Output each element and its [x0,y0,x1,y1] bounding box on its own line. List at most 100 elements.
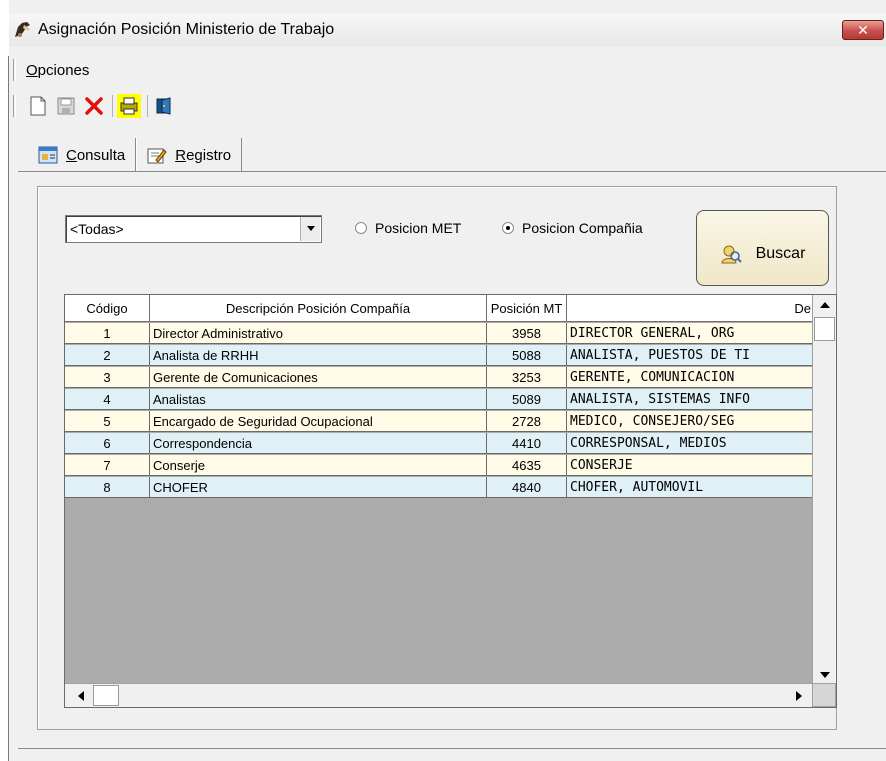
cell-descripcion: Analista de RRHH [150,345,487,366]
header-descripcion-mt[interactable]: De [567,295,813,322]
cell-descripcion-mt: CONSERJE [570,458,633,473]
tab-consulta-label: onsulta [76,146,126,164]
cell-posicion: 4635 [487,455,567,476]
print-icon [120,97,138,115]
menu-opciones-mnemonic: O [26,61,38,79]
menu-opciones-label: pciones [37,61,90,79]
close-button[interactable]: ✕ [842,20,884,40]
grid-header: Código Descripción Posición Compañía Pos… [65,295,813,322]
cell-posicion: 3253 [487,367,567,388]
cell-descripcion: Director Administrativo [150,323,487,344]
position-filter-combo[interactable]: <Todas> [65,215,322,243]
cell-descripcion-mt: ANALISTA, SISTEMAS INFO [570,392,751,407]
positions-grid[interactable]: Código Descripción Posición Compañía Pos… [64,294,837,708]
scroll-right-button[interactable] [789,684,809,707]
scroll-left-button[interactable] [71,684,91,707]
cell-descripcion: Correspondencia [150,433,487,454]
form-icon [38,146,58,164]
toolbar-separator [112,95,113,117]
table-row[interactable]: 3 Gerente de Comunicaciones 3253 GERENTE… [65,367,813,388]
cell-codigo: 7 [65,455,150,476]
window-title: Asignación Posición Ministerio de Trabaj… [38,21,335,38]
cell-codigo: 5 [65,411,150,432]
edit-icon [147,146,167,164]
table-row[interactable]: 5 Encargado de Seguridad Ocupacional 272… [65,411,813,432]
cell-posicion: 4410 [487,433,567,454]
close-icon: ✕ [857,21,869,38]
menu-opciones[interactable]: Opciones [26,62,89,79]
toolbar-separator [147,95,148,117]
menu-grip [13,59,16,81]
chevron-down-icon [306,226,315,231]
tab-consulta-mnemonic: C [66,146,77,164]
new-button[interactable] [26,94,50,118]
cell-descripcion-mt: MEDICO, CONSEJERO/SEG [570,414,735,429]
delete-icon [85,97,103,115]
combo-value: <Todas> [70,221,124,237]
tab-strip: Consulta Registro [28,138,243,172]
cell-codigo: 2 [65,345,150,366]
buscar-button[interactable]: Buscar [696,210,829,286]
exit-button[interactable] [152,94,176,118]
cell-codigo: 4 [65,389,150,410]
arrow-right-icon [796,691,802,701]
radio-posicion-compania[interactable]: Posicion Compañia [502,220,643,236]
arrow-down-icon [820,672,830,678]
app-icon [12,19,34,41]
table-row[interactable]: 2 Analista de RRHH 5088 ANALISTA, PUESTO… [65,345,813,366]
header-descripcion[interactable]: Descripción Posición Compañía [150,295,487,322]
table-row[interactable]: 8 CHOFER 4840 CHOFER, AUTOMOVIL [65,477,813,498]
window-left-border [0,0,9,761]
save-button[interactable] [54,94,78,118]
combo-drop-button[interactable] [300,217,320,241]
table-row[interactable]: 4 Analistas 5089 ANALISTA, SISTEMAS INFO [65,389,813,410]
table-row[interactable]: 7 Conserje 4635 CONSERJE [65,455,813,476]
horizontal-scrollbar[interactable] [65,683,813,707]
scrollbar-corner [812,683,836,707]
cell-descripcion-mt: CHOFER, AUTOMOVIL [570,480,704,495]
tab-registro-label: egistro [186,146,232,164]
arrow-left-icon [78,691,84,701]
cell-posicion: 3958 [487,323,567,344]
cell-codigo: 8 [65,477,150,498]
table-row[interactable]: 6 Correspondencia 4410 CORRESPONSAL, MED… [65,433,813,454]
horizontal-scroll-thumb[interactable] [93,685,119,706]
cell-descripcion: Gerente de Comunicaciones [150,367,487,388]
exit-icon [156,97,171,115]
search-person-icon [720,244,742,264]
radio-met-dot[interactable] [355,222,367,234]
header-posicion-mt[interactable]: Posición MT [487,295,567,322]
arrow-up-icon [820,302,830,308]
radio-posicion-met[interactable]: Posicion MET [355,220,461,236]
tab-consulta[interactable]: Consulta [28,138,137,172]
cell-codigo: 3 [65,367,150,388]
vertical-scroll-thumb[interactable] [814,317,835,341]
tab-registro[interactable]: Registro [136,138,243,172]
cell-descripcion-mt: CORRESPONSAL, MEDIOS [570,436,727,451]
toolbar-grip [13,95,16,117]
vertical-scrollbar[interactable] [812,295,836,685]
cell-posicion: 5089 [487,389,567,410]
print-button[interactable] [117,94,141,118]
table-row[interactable]: 1 Director Administrativo 3958 DIRECTOR … [65,323,813,344]
header-codigo[interactable]: Código [65,295,150,322]
tab-registro-mnemonic: R [175,146,187,164]
scroll-down-button[interactable] [813,665,836,685]
cell-descripcion-mt: DIRECTOR GENERAL, ORG [570,326,735,341]
cell-posicion: 2728 [487,411,567,432]
radio-compania-dot[interactable] [502,222,514,234]
cell-descripcion: Encargado de Seguridad Ocupacional [150,411,487,432]
scroll-up-button[interactable] [813,295,836,315]
cell-descripcion-mt: GERENTE, COMUNICACION [570,370,735,385]
cell-codigo: 1 [65,323,150,344]
cell-descripcion: Conserje [150,455,487,476]
cell-posicion: 4840 [487,477,567,498]
menu-bar: Opciones [9,56,886,84]
toolbar [9,88,886,124]
cell-codigo: 6 [65,433,150,454]
new-document-icon [30,96,46,116]
delete-button[interactable] [82,94,106,118]
radio-met-label: Posicion MET [375,220,462,236]
main-window: Asignación Posición Ministerio de Trabaj… [0,0,886,761]
buscar-label: Buscar [755,245,806,262]
